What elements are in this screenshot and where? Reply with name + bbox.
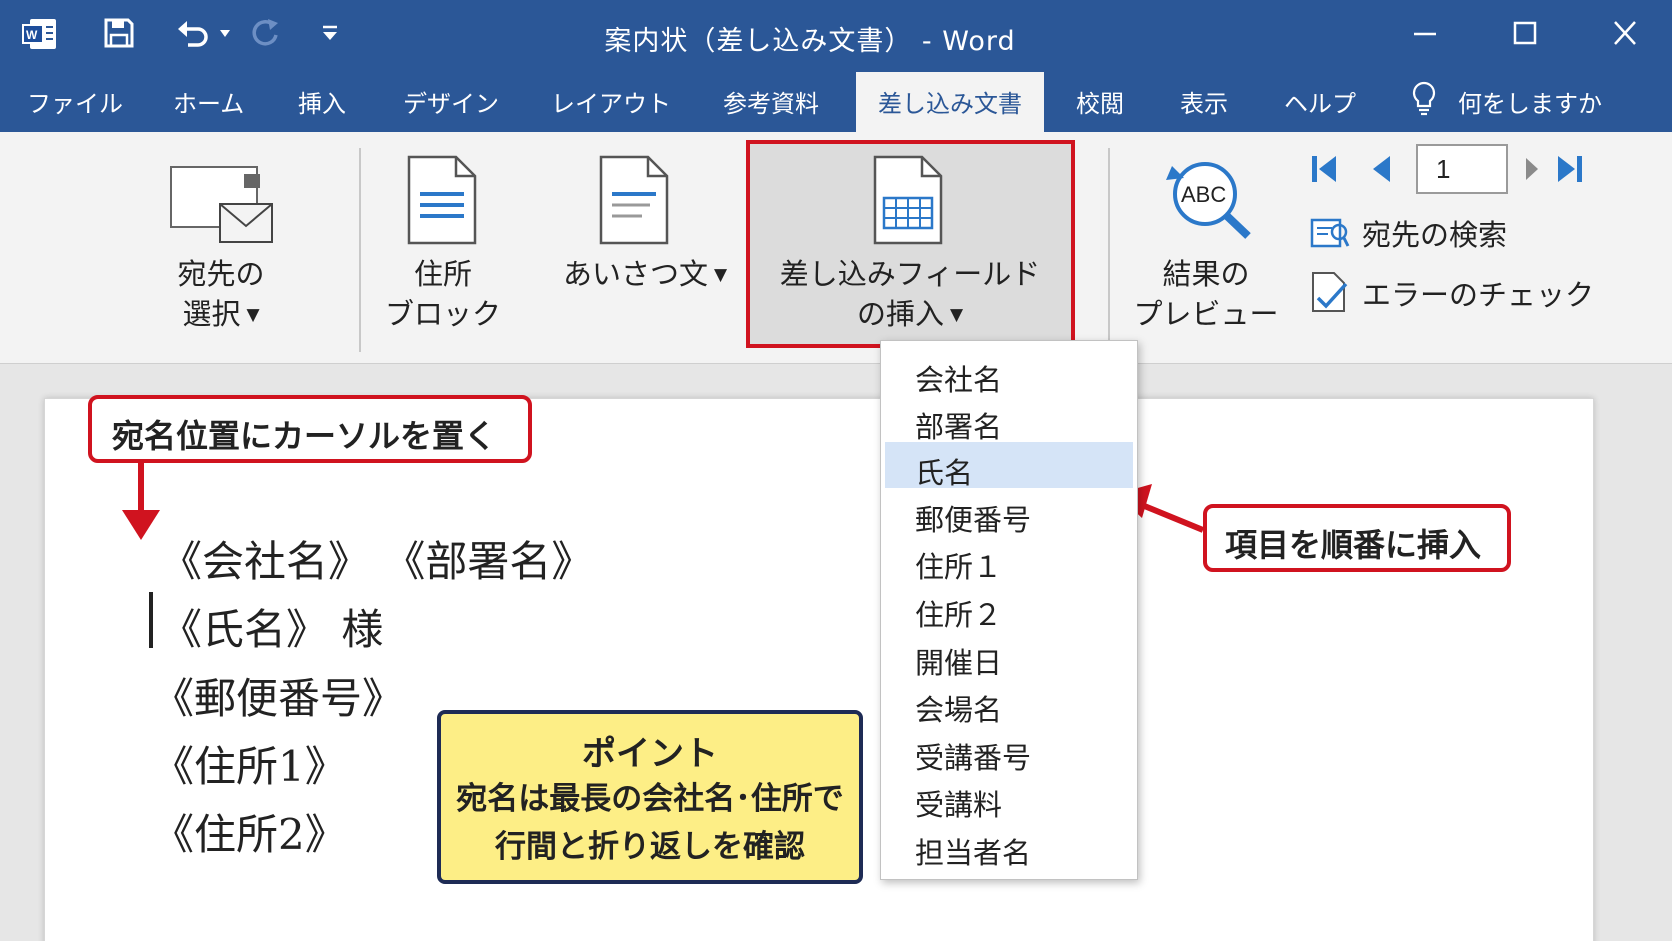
dropdown-item[interactable]: 開催日 <box>885 632 1133 680</box>
left-arrow-shaft <box>1140 502 1205 533</box>
dropdown-item[interactable]: 郵便番号 <box>885 489 1133 537</box>
dropdown-item[interactable]: 受講番号 <box>885 727 1133 775</box>
dropdown-item[interactable]: 住所２ <box>885 584 1133 632</box>
down-arrow-head <box>122 510 160 540</box>
dropdown-item[interactable]: 会場名 <box>885 679 1133 727</box>
dropdown-item[interactable]: 部署名 <box>885 396 1133 444</box>
merge-field-dropdown: 会社名 部署名 氏名 郵便番号 住所１ 住所２ 開催日 会場名 受講番号 受講料… <box>880 340 1138 880</box>
dropdown-item[interactable]: 担当者名 <box>885 822 1133 870</box>
dropdown-item-selected[interactable]: 氏名 <box>885 442 1133 490</box>
dropdown-item[interactable]: 受講料 <box>885 774 1133 822</box>
dropdown-item[interactable]: 会社名 <box>885 349 1133 397</box>
callout-arrows <box>122 463 1205 540</box>
dropdown-item[interactable]: 住所１ <box>885 536 1133 584</box>
